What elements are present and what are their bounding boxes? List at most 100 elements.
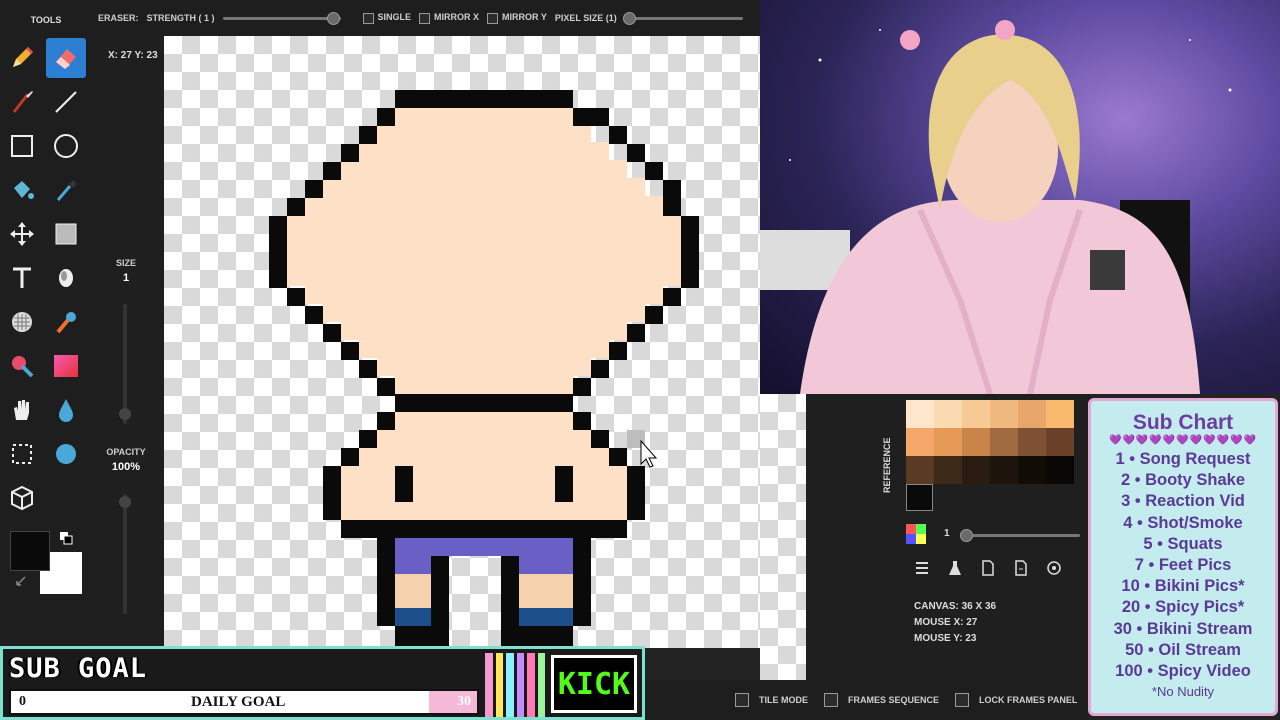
right-sock [519,608,573,626]
gradient-tool[interactable] [46,346,86,386]
reset-colors-icon[interactable] [14,574,28,588]
palette-swatch[interactable] [934,456,962,484]
frames-sequence-label: FRAMES SEQUENCE [848,695,940,705]
mirror-y-checkbox[interactable] [487,12,499,24]
palette-swatch[interactable] [990,400,1018,428]
blur-tool[interactable] [46,390,86,430]
flask-icon[interactable] [947,560,963,576]
size-slider-knob[interactable] [119,408,131,420]
left-shoe [395,626,449,648]
palette-swatch[interactable] [962,428,990,456]
target-icon[interactable] [1046,560,1062,576]
lock-frames-checkbox[interactable] [955,693,970,707]
eraser-icon [56,49,76,69]
move-tool[interactable] [2,214,42,254]
goal-progress-bar: 0 DAILY GOAL 30 [9,689,479,715]
colorize-tool[interactable] [2,346,42,386]
strength-slider-knob[interactable] [326,11,340,25]
size-slider[interactable] [119,304,131,424]
strength-label: STRENGTH ( 1 ) [146,13,215,23]
palette-swatches [906,400,1074,484]
swap-colors-icon[interactable] [58,530,74,546]
brush-tool[interactable] [2,82,42,122]
smudge-tool[interactable] [46,434,86,474]
cursor-coordinates: X: 27 Y: 23 [108,50,158,61]
single-checkbox[interactable] [362,12,374,24]
reference-tab[interactable]: REFERENCE [882,430,902,500]
stripe [527,653,535,717]
gradient-icon [54,355,78,377]
sub-chart-list: 1 • Song Request 2 • Booty Shake 3 • React… [1091,449,1275,682]
strength-slider[interactable] [222,11,341,25]
bucket-tool[interactable] [2,170,42,210]
mouse-y-info: MOUSE Y: 23 [914,633,977,644]
current-color-swatch[interactable] [906,484,933,511]
palette-swatch[interactable] [962,456,990,484]
eyedropper-tool[interactable] [46,170,86,210]
palette-opacity-knob[interactable] [960,529,973,542]
circle-tool[interactable] [46,126,86,166]
opacity-slider-knob[interactable] [119,496,131,508]
rectangle-icon [11,135,33,157]
marquee-tool[interactable] [2,434,42,474]
single-toggle[interactable]: SINGLE [362,12,411,24]
goal-target: 30 [457,694,471,709]
sub-chart-item: 1 • Song Request [1115,450,1251,468]
palette-swatch[interactable] [962,400,990,428]
drawing-canvas[interactable] [164,36,760,648]
pixel-art-character [269,90,699,648]
palette-swatch[interactable] [906,456,934,484]
palette-swatch[interactable] [1018,428,1046,456]
mirror-y-toggle[interactable]: MIRROR Y [487,12,547,24]
palette-swatch[interactable] [1018,456,1046,484]
tool-options-bar: ERASER: STRENGTH ( 1 ) SINGLE MIRROR X M… [92,0,760,36]
palette-swatch[interactable] [934,428,962,456]
select-rect-tool[interactable] [46,214,86,254]
tile-mode-checkbox[interactable] [735,693,749,707]
palette-swatch[interactable] [906,428,934,456]
hand-tool[interactable] [2,390,42,430]
pixel-size-slider[interactable] [622,11,743,25]
stripe [537,653,545,717]
lock-frames-toggle[interactable]: LOCK FRAMES PANEL [955,693,1077,707]
3d-box-tool[interactable] [2,478,42,518]
palette-swatch[interactable] [1018,400,1046,428]
sub-chart-item: 2 • Booty Shake [1120,471,1246,490]
color-wheel-icon[interactable] [906,524,926,544]
pixel-size-slider-knob[interactable] [622,11,636,25]
palette-swatch[interactable] [990,428,1018,456]
mirror-x-toggle[interactable]: MIRROR X [419,12,479,24]
eraser-tool[interactable] [46,38,86,78]
brush-icon [12,91,33,113]
export-file-icon[interactable] [1013,560,1029,576]
tile-mode-toggle[interactable]: TILE MODE [735,693,808,707]
palette-swatch[interactable] [1046,428,1074,456]
frames-sequence-checkbox[interactable] [824,693,838,707]
pencil-icon [13,47,33,67]
rectangle-tool[interactable] [2,126,42,166]
palette-swatch[interactable] [1046,400,1074,428]
opacity-slider[interactable] [119,494,131,614]
frames-sequence-toggle[interactable]: FRAMES SEQUENCE [824,693,939,707]
palette-panel: REFERENCE 1 CANVAS: 36 X 36 MOUSE X: 27 … [806,394,1090,680]
palette-opacity-slider[interactable] [960,529,1080,542]
palette-swatch[interactable] [990,456,1018,484]
sub-goal-widget: SUB GOAL 0 DAILY GOAL 30 KICK [0,646,645,720]
palette-swatch[interactable] [906,400,934,428]
pixel-size-label: PIXEL SIZE (1) [554,13,617,23]
list-icon[interactable] [914,560,930,576]
stamp-tool[interactable] [46,302,86,342]
text-tool[interactable] [2,258,42,298]
line-tool[interactable] [46,82,86,122]
mirror-x-checkbox[interactable] [419,12,431,24]
file-icon[interactable] [980,560,996,576]
goal-label: DAILY GOAL [191,694,286,710]
pencil-tool[interactable] [2,38,42,78]
foreground-color-swatch[interactable] [10,531,50,571]
palette-swatch[interactable] [1046,456,1074,484]
dodge-tool[interactable] [46,258,86,298]
palette-swatch[interactable] [934,400,962,428]
dither-tool[interactable] [2,302,42,342]
brush-settings-panel: SIZE 1 OPACITY 100% [92,36,164,648]
sub-chart-item: 7 • Feet Pics [1134,556,1232,575]
